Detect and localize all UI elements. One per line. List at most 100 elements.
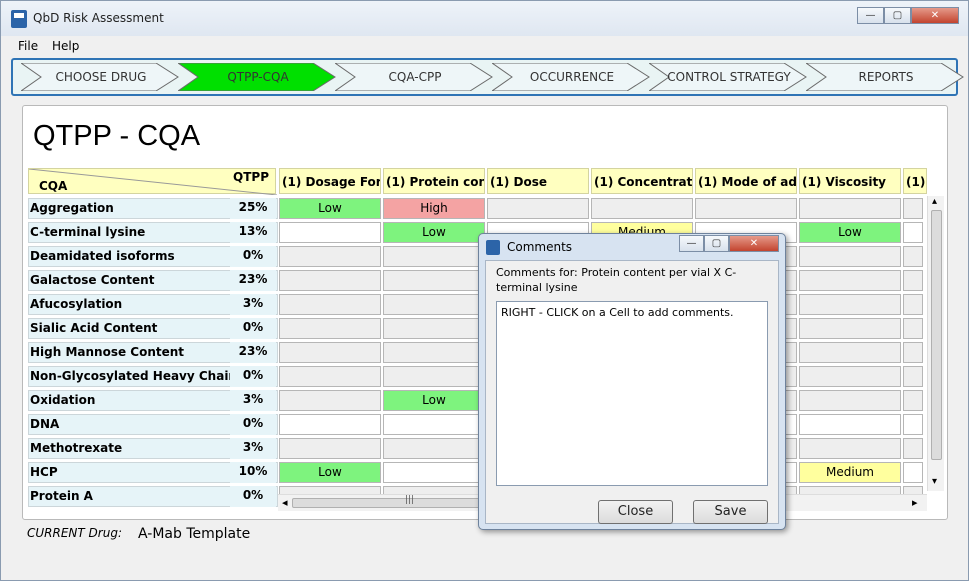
risk-cell[interactable] bbox=[279, 366, 381, 387]
risk-cell[interactable] bbox=[383, 246, 485, 267]
risk-cell[interactable] bbox=[279, 270, 381, 291]
menu-file[interactable]: File bbox=[18, 39, 38, 53]
risk-cell[interactable] bbox=[799, 318, 901, 339]
cqa-row-percent: 0% bbox=[230, 318, 276, 339]
risk-cell[interactable] bbox=[279, 438, 381, 459]
minimize-button[interactable]: — bbox=[857, 7, 884, 24]
risk-cell[interactable] bbox=[799, 390, 901, 411]
risk-cell[interactable] bbox=[279, 246, 381, 267]
risk-cell[interactable]: Medium bbox=[799, 462, 901, 483]
step-qtpp-cqa[interactable]: QTPP-CQA bbox=[178, 63, 336, 91]
risk-cell[interactable] bbox=[799, 294, 901, 315]
column-header[interactable]: (1) Concentration bbox=[591, 168, 693, 194]
risk-cell[interactable] bbox=[903, 390, 923, 411]
risk-cell[interactable]: Low bbox=[383, 222, 485, 243]
risk-cell[interactable] bbox=[903, 294, 923, 315]
risk-cell[interactable] bbox=[799, 414, 901, 435]
workflow-steps: CHOOSE DRUG QTPP-CQA CQA-CPP OCCURRENCE CONT… bbox=[11, 58, 964, 96]
cqa-row-percent: 13% bbox=[230, 222, 276, 243]
risk-cell[interactable] bbox=[487, 198, 589, 219]
step-choose-drug[interactable]: CHOOSE DRUG bbox=[21, 63, 179, 91]
risk-cell[interactable] bbox=[903, 270, 923, 291]
step-reports[interactable]: REPORTS bbox=[806, 63, 964, 91]
column-header[interactable]: (1) Con bbox=[903, 168, 927, 194]
menu-bar: File Help bbox=[1, 36, 968, 56]
close-button[interactable]: ✕ bbox=[911, 7, 959, 24]
risk-cell[interactable] bbox=[279, 294, 381, 315]
cqa-row-percent: 3% bbox=[230, 294, 276, 315]
scroll-right-icon[interactable]: ▸ bbox=[912, 496, 918, 509]
risk-cell[interactable] bbox=[383, 270, 485, 291]
maximize-button[interactable]: ▢ bbox=[884, 7, 911, 24]
title-bar: QbD Risk Assessment — ▢ ✕ bbox=[1, 1, 968, 36]
risk-cell[interactable] bbox=[903, 198, 923, 219]
column-header[interactable]: (1) Protein conten bbox=[383, 168, 485, 194]
vertical-scrollbar[interactable]: ▴ ▾ bbox=[927, 196, 944, 491]
risk-cell[interactable] bbox=[903, 414, 923, 435]
risk-cell[interactable] bbox=[903, 246, 923, 267]
risk-cell[interactable] bbox=[903, 318, 923, 339]
step-cqa-cpp[interactable]: CQA-CPP bbox=[335, 63, 493, 91]
cqa-row-percent: 10% bbox=[230, 462, 276, 483]
menu-help[interactable]: Help bbox=[52, 39, 79, 53]
save-disk-icon bbox=[11, 10, 27, 28]
corner-qtpp-label: QTPP bbox=[233, 170, 269, 184]
risk-cell[interactable] bbox=[799, 366, 901, 387]
risk-cell[interactable] bbox=[383, 414, 485, 435]
dialog-save-button[interactable]: Save bbox=[693, 500, 768, 524]
column-header[interactable]: (1) Mode of admi bbox=[695, 168, 797, 194]
risk-cell[interactable] bbox=[799, 246, 901, 267]
step-control-strategy[interactable]: CONTROL STRATEGY bbox=[649, 63, 807, 91]
dialog-close-button[interactable]: ✕ bbox=[729, 235, 779, 252]
risk-cell[interactable] bbox=[903, 342, 923, 363]
app-window: QbD Risk Assessment — ▢ ✕ File Help CHOO… bbox=[0, 0, 969, 581]
dialog-title: Comments bbox=[507, 240, 573, 254]
risk-cell[interactable]: Low bbox=[799, 222, 901, 243]
dialog-maximize-button[interactable]: ▢ bbox=[704, 235, 729, 252]
risk-cell[interactable] bbox=[279, 414, 381, 435]
risk-cell[interactable] bbox=[279, 342, 381, 363]
risk-cell[interactable] bbox=[383, 438, 485, 459]
risk-cell[interactable] bbox=[799, 342, 901, 363]
cqa-row-percent: 23% bbox=[230, 342, 276, 363]
scroll-down-icon[interactable]: ▾ bbox=[932, 476, 937, 487]
current-drug-value: A-Mab Template bbox=[138, 526, 251, 542]
dialog-close-action-button[interactable]: Close bbox=[598, 500, 673, 524]
column-header[interactable]: (1) Dose bbox=[487, 168, 589, 194]
risk-cell[interactable] bbox=[903, 462, 923, 483]
risk-cell[interactable] bbox=[695, 198, 797, 219]
risk-cell[interactable] bbox=[383, 366, 485, 387]
risk-cell[interactable] bbox=[799, 270, 901, 291]
step-label: REPORTS bbox=[858, 70, 914, 84]
dialog-body: Comments for: Protein content per vial X… bbox=[485, 260, 779, 524]
risk-cell[interactable] bbox=[383, 294, 485, 315]
risk-cell[interactable]: Low bbox=[383, 390, 485, 411]
risk-cell[interactable] bbox=[383, 342, 485, 363]
risk-cell[interactable] bbox=[903, 438, 923, 459]
scroll-up-icon[interactable]: ▴ bbox=[932, 196, 937, 207]
risk-cell[interactable] bbox=[279, 318, 381, 339]
comment-textarea[interactable]: RIGHT - CLICK on a Cell to add comments. bbox=[496, 301, 768, 486]
risk-cell[interactable]: High bbox=[383, 198, 485, 219]
comments-dialog: Comments — ▢ ✕ Comments for: Protein con… bbox=[478, 233, 786, 530]
risk-cell[interactable] bbox=[799, 198, 901, 219]
risk-cell[interactable] bbox=[591, 198, 693, 219]
step-occurrence[interactable]: OCCURRENCE bbox=[492, 63, 650, 91]
scroll-left-icon[interactable]: ◂ bbox=[282, 496, 288, 509]
risk-cell[interactable] bbox=[383, 462, 485, 483]
cqa-row-percent: 0% bbox=[230, 366, 276, 387]
risk-cell[interactable] bbox=[799, 438, 901, 459]
scroll-grip-icon: ||| bbox=[405, 495, 415, 505]
risk-cell[interactable] bbox=[903, 366, 923, 387]
cqa-row-percent: 3% bbox=[230, 438, 276, 459]
column-header[interactable]: (1) Viscosity bbox=[799, 168, 901, 194]
risk-cell[interactable] bbox=[279, 222, 381, 243]
dialog-minimize-button[interactable]: — bbox=[679, 235, 704, 252]
risk-cell[interactable]: Low bbox=[279, 462, 381, 483]
risk-cell[interactable] bbox=[903, 222, 923, 243]
risk-cell[interactable] bbox=[279, 390, 381, 411]
risk-cell[interactable] bbox=[383, 318, 485, 339]
column-header[interactable]: (1) Dosage Form bbox=[279, 168, 381, 194]
vertical-scroll-thumb[interactable] bbox=[931, 210, 942, 460]
risk-cell[interactable]: Low bbox=[279, 198, 381, 219]
